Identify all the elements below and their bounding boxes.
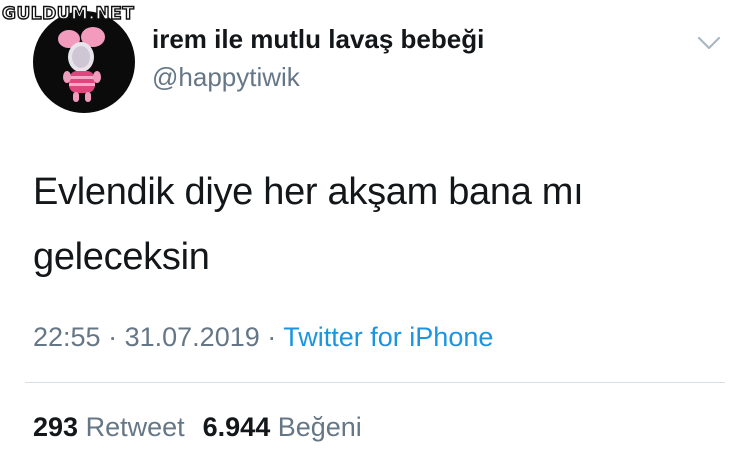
tweet-stats: 293 Retweet 6.944 Beğeni — [33, 412, 362, 443]
likes-count: 6.944 — [202, 412, 271, 442]
tweet-text: Evlendik diye her akşam bana mı geleceks… — [33, 160, 693, 290]
tweet-date[interactable]: 31.07.2019 — [125, 322, 260, 352]
tweet-source-link[interactable]: Twitter for iPhone — [283, 322, 493, 352]
display-name[interactable]: irem ile mutlu lavaş bebeği — [152, 24, 484, 55]
divider — [25, 382, 725, 383]
likes-stat[interactable]: 6.944 Beğeni — [203, 412, 362, 442]
watermark-logo: GULDUM.NET — [1, 3, 135, 24]
retweets-label: Retweet — [85, 412, 185, 442]
likes-label: Beğeni — [277, 412, 362, 442]
tweet-meta: 22:55 · 31.07.2019 · Twitter for iPhone — [33, 322, 493, 353]
tweet-text-line: Evlendik diye her akşam bana mı — [33, 171, 584, 213]
chevron-down-icon[interactable] — [694, 31, 724, 55]
piglet-avatar-icon — [58, 27, 105, 102]
retweets-count: 293 — [33, 412, 79, 442]
avatar[interactable] — [33, 11, 135, 113]
meta-separator: · — [108, 322, 118, 352]
user-handle[interactable]: @happytiwik — [152, 62, 300, 93]
retweets-stat[interactable]: 293 Retweet — [33, 412, 185, 442]
tweet-time[interactable]: 22:55 — [33, 322, 101, 352]
meta-separator: · — [267, 322, 277, 352]
tweet-text-line: geleceksin — [33, 236, 210, 278]
